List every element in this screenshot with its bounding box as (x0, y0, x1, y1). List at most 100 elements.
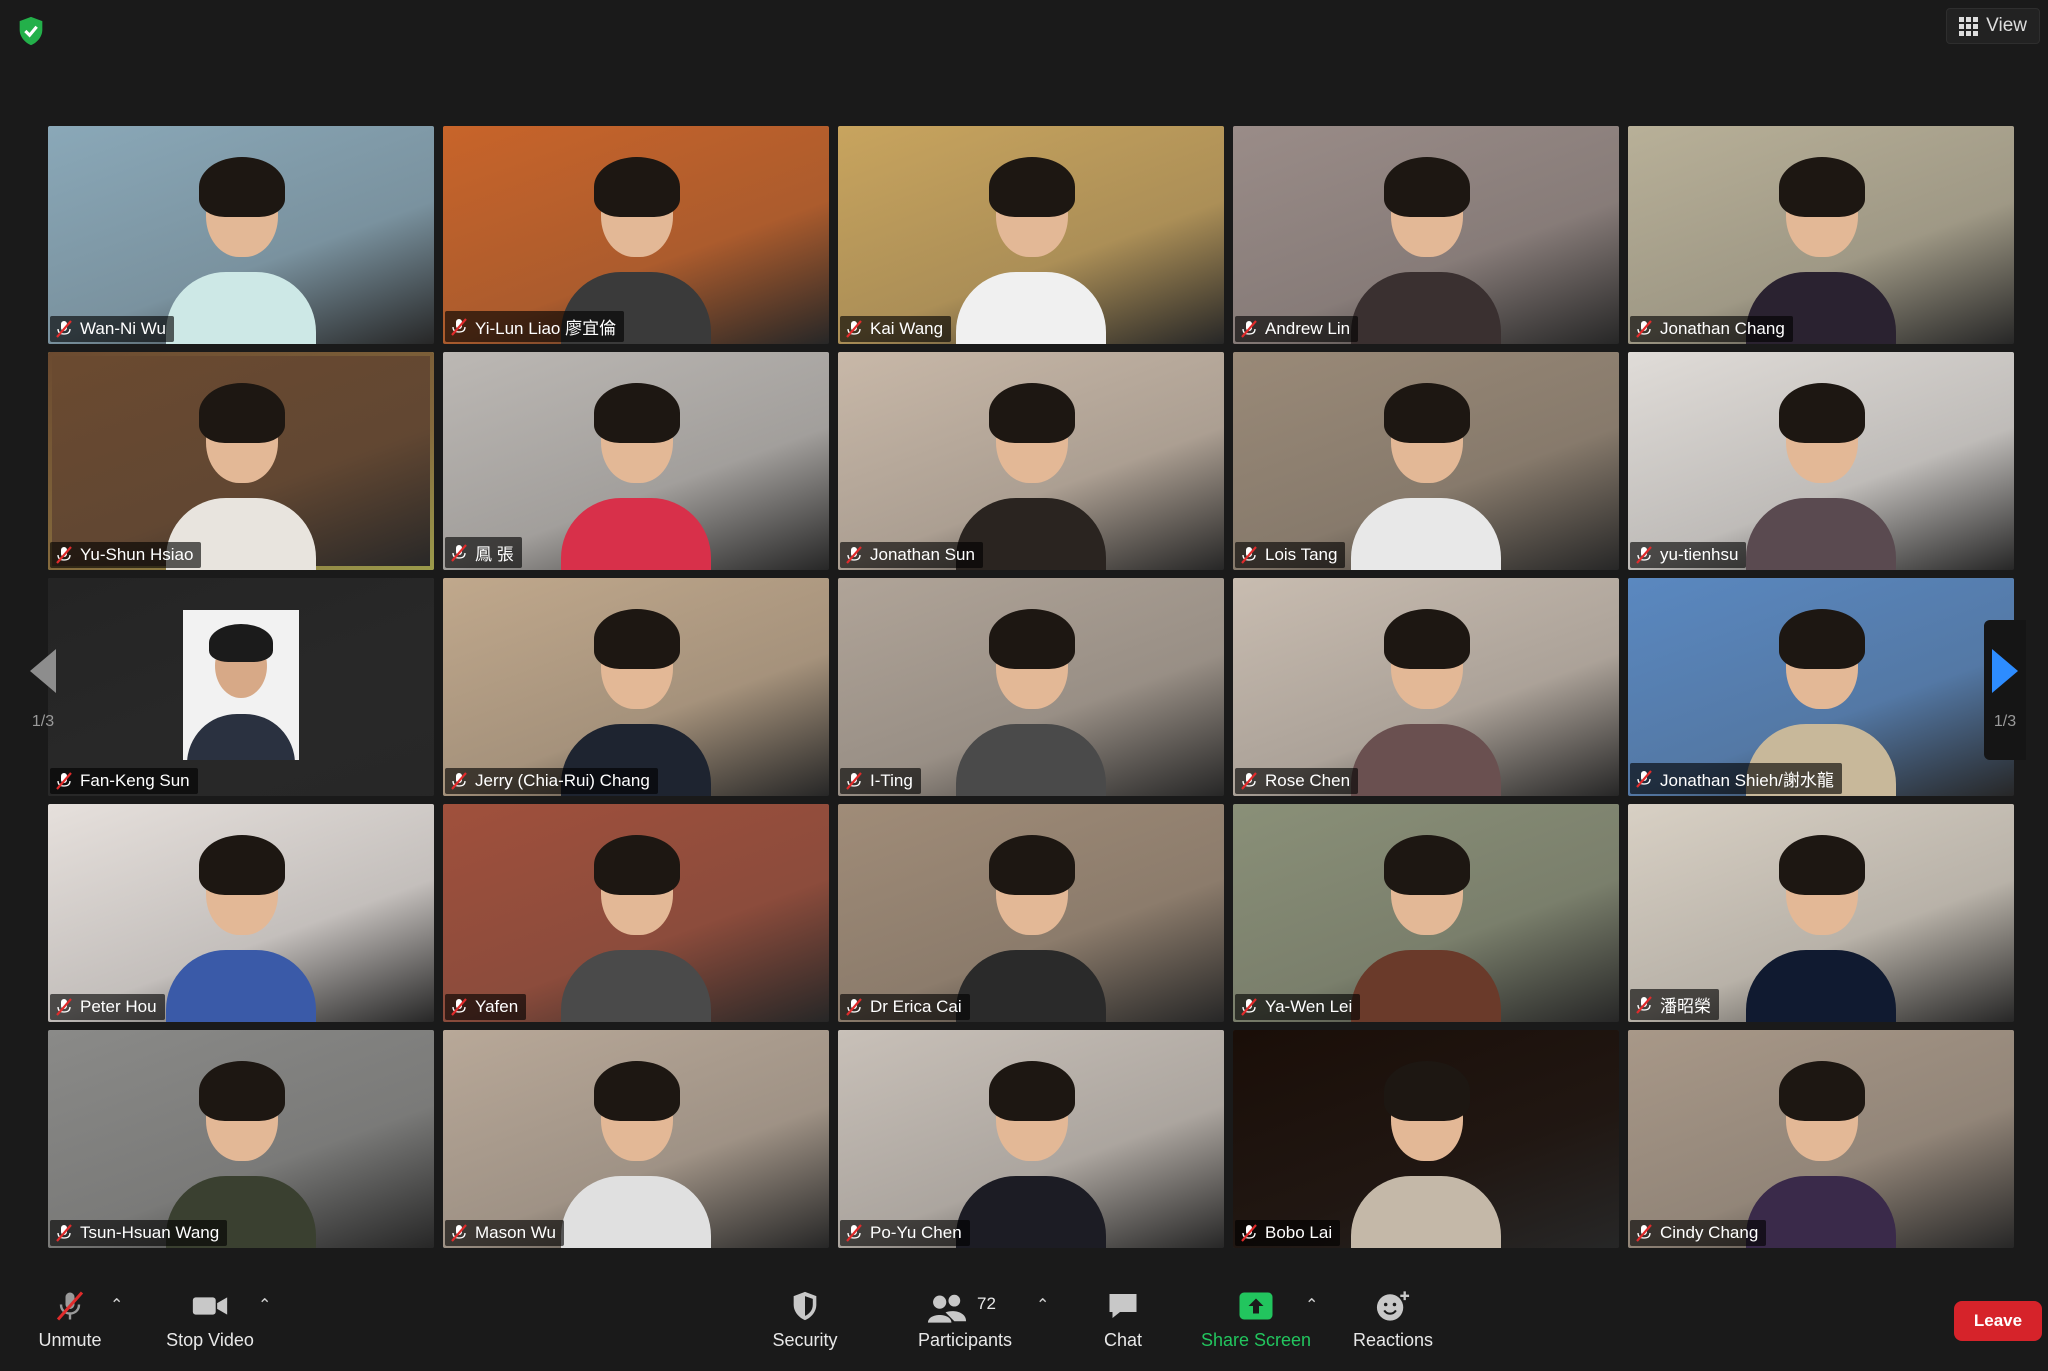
stop-video-button[interactable]: Stop Video (160, 1267, 260, 1371)
video-tile[interactable]: Bobo Lai (1233, 1030, 1619, 1248)
video-tile[interactable]: Rose Chen (1233, 578, 1619, 796)
participant-name: yu-tienhsu (1660, 545, 1739, 564)
video-tile[interactable]: Jonathan Shieh/謝水龍 (1628, 578, 2014, 796)
muted-mic-icon (451, 998, 467, 1016)
security-label: Security (772, 1329, 838, 1350)
participant-name-tag: Jonathan Chang (1630, 316, 1793, 342)
video-tile[interactable]: Jonathan Sun (838, 352, 1224, 570)
video-tile[interactable]: Wan-Ni Wu (48, 126, 434, 344)
participants-icon (927, 1294, 967, 1323)
muted-mic-icon (56, 320, 72, 338)
video-tile[interactable]: Yu-Shun Hsiao (48, 352, 434, 570)
muted-mic-icon (1241, 1224, 1257, 1242)
video-tile[interactable]: Lois Tang (1233, 352, 1619, 570)
video-tile[interactable]: Fan-Keng Sun (48, 578, 434, 796)
participant-video (956, 591, 1106, 796)
video-tile[interactable]: Peter Hou (48, 804, 434, 1022)
security-shield-icon (793, 1291, 817, 1320)
muted-mic-icon (846, 1224, 862, 1242)
participant-name: Jonathan Sun (870, 545, 975, 564)
video-tile[interactable]: 鳳 張 (443, 352, 829, 570)
participant-name: Yafen (475, 997, 519, 1016)
participants-button[interactable]: 72 Participants (910, 1267, 1020, 1371)
participant-name-tag: yu-tienhsu (1630, 542, 1747, 568)
video-tile[interactable]: Yafen (443, 804, 829, 1022)
grid-view-icon (1959, 16, 1979, 36)
muted-mic-icon (451, 317, 467, 336)
view-button[interactable]: View (1946, 8, 2040, 44)
participants-count: 72 (977, 1293, 996, 1313)
share-options-caret[interactable]: ⌃ (1305, 1295, 1321, 1314)
page-indicator-left: 1/3 (31, 713, 55, 730)
participant-video (1746, 139, 1896, 344)
unmute-button[interactable]: Unmute (30, 1267, 110, 1371)
security-button[interactable]: Security (765, 1267, 845, 1371)
video-tile[interactable]: Ya-Wen Lei (1233, 804, 1619, 1022)
participant-name: Kai Wang (870, 319, 944, 338)
video-tile[interactable]: Tsun-Hsuan Wang (48, 1030, 434, 1248)
video-tile[interactable]: I-Ting (838, 578, 1224, 796)
participant-name-tag: 鳳 張 (445, 537, 522, 568)
chat-button[interactable]: Chat (1085, 1267, 1161, 1371)
muted-mic-icon (1241, 772, 1257, 790)
participant-name-tag: Fan-Keng Sun (50, 768, 198, 794)
participant-video (1351, 365, 1501, 570)
participant-name: Yu-Shun Hsiao (80, 545, 194, 564)
participant-name-tag: Ya-Wen Lei (1235, 994, 1361, 1020)
participant-name: Jonathan Shieh/謝水龍 (1660, 771, 1834, 790)
video-tile[interactable]: Kai Wang (838, 126, 1224, 344)
video-tile[interactable]: Mason Wu (443, 1030, 829, 1248)
participant-name: Bobo Lai (1265, 1223, 1333, 1242)
arrow-left-icon (30, 649, 56, 693)
chat-label: Chat (1103, 1329, 1143, 1350)
video-tile[interactable]: 潘昭榮 (1628, 804, 2014, 1022)
muted-mic-icon (1636, 1224, 1652, 1242)
video-tile[interactable]: Po-Yu Chen (838, 1030, 1224, 1248)
participant-video (561, 1043, 711, 1248)
participant-name: Ya-Wen Lei (1265, 997, 1353, 1016)
participant-video (1351, 139, 1501, 344)
video-tile[interactable]: Yi-Lun Liao 廖宜倫 (443, 126, 829, 344)
muted-mic-icon (451, 772, 467, 790)
video-tile[interactable]: Andrew Lin (1233, 126, 1619, 344)
participant-video (956, 1043, 1106, 1248)
video-tile[interactable]: Jonathan Chang (1628, 126, 2014, 344)
view-label: View (1986, 15, 2027, 36)
participant-video (1351, 1043, 1501, 1248)
muted-mic-icon (1636, 769, 1652, 788)
participant-name: Tsun-Hsuan Wang (80, 1223, 220, 1242)
participant-name-tag: Cindy Chang (1630, 1220, 1767, 1246)
muted-mic-icon (1241, 546, 1257, 564)
leave-button[interactable]: Leave (1954, 1301, 2042, 1341)
participant-name: Po-Yu Chen (870, 1223, 962, 1242)
participant-video (1351, 817, 1501, 1022)
participant-name-tag: Yi-Lun Liao 廖宜倫 (445, 311, 625, 342)
video-options-caret[interactable]: ⌃ (258, 1295, 274, 1314)
participant-name: Yi-Lun Liao 廖宜倫 (475, 319, 617, 338)
participant-name: Andrew Lin (1265, 319, 1351, 338)
muted-mic-icon (846, 546, 862, 564)
share-screen-button[interactable]: Share Screen (1195, 1267, 1317, 1371)
audio-options-caret[interactable]: ⌃ (110, 1295, 126, 1314)
encryption-shield-icon[interactable] (14, 14, 48, 48)
next-page-button[interactable]: 1/3 (1984, 620, 2026, 760)
profile-photo (183, 610, 299, 760)
participant-name-tag: Andrew Lin (1235, 316, 1359, 342)
video-tile[interactable]: yu-tienhsu (1628, 352, 2014, 570)
participants-label: Participants (917, 1329, 1013, 1350)
participant-name-tag: Rose Chen (1235, 768, 1359, 794)
participant-name-tag: Jerry (Chia-Rui) Chang (445, 768, 658, 794)
previous-page-button[interactable]: 1/3 (22, 620, 64, 760)
muted-mic-icon (1241, 998, 1257, 1016)
participant-name: Jonathan Chang (1660, 319, 1785, 338)
participants-options-caret[interactable]: ⌃ (1036, 1295, 1052, 1314)
reactions-button[interactable]: Reactions (1348, 1267, 1438, 1371)
video-tile[interactable]: Jerry (Chia-Rui) Chang (443, 578, 829, 796)
participant-video (166, 365, 316, 570)
participant-name: 潘昭榮 (1660, 997, 1711, 1016)
participant-video (956, 139, 1106, 344)
muted-mic-icon (846, 772, 862, 790)
video-tile[interactable]: Cindy Chang (1628, 1030, 2014, 1248)
participant-name: Mason Wu (475, 1223, 556, 1242)
video-tile[interactable]: Dr Erica Cai (838, 804, 1224, 1022)
